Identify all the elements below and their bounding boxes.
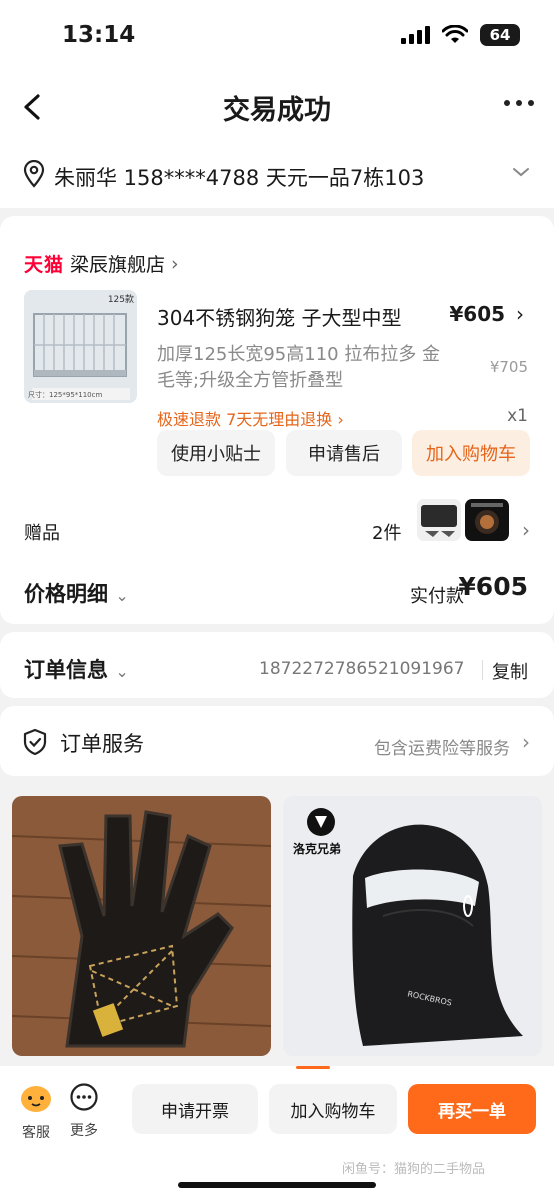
original-price: ¥705 [489,358,528,376]
tmall-logo: 天猫 [24,254,65,276]
chevron-right-icon: › [171,252,179,275]
product-image[interactable]: 125款 尺寸：125*95*110cm [24,290,137,403]
product-image-caption: 尺寸：125*95*110cm [28,391,103,399]
invoice-button[interactable]: 申请开票 [132,1084,258,1134]
address-text: 朱丽华 158****4788 天元一品7栋103 [54,166,425,190]
after-sale-button[interactable]: 申请售后 [286,430,402,476]
product-image-tag: 125款 [107,295,134,305]
tips-button[interactable]: 使用小贴士 [157,430,275,476]
balaclava-product-image [283,796,542,1056]
order-info-card: 订单信息 ⌄ 1872272786521091967 复制 [0,632,554,698]
chevron-right-icon: › [522,730,530,754]
add-to-cart-button[interactable]: 加入购物车 [412,430,530,476]
order-info-label[interactable]: 订单信息 ⌄ [24,654,129,684]
pay-value: ¥605 [458,572,528,601]
more-label: 更多 [70,1123,98,1139]
customer-service-icon [21,1086,51,1112]
product-description: 加厚125长宽95高110 拉布拉多 金毛等;升级全方管折叠型 [157,344,441,391]
chevron-right-icon: › [516,302,524,326]
order-number: 1872272786521091967 [259,659,465,679]
address-row[interactable]: 朱丽华 158****4788 天元一品7栋103 [0,142,554,208]
battery-icon: 64 [480,24,520,46]
chevron-down-icon: ⌄ [115,662,129,681]
dog-cage-illustration [24,290,137,403]
order-service-desc: 包含运费险等服务 [374,739,510,759]
order-info-text: 订单信息 [24,658,108,682]
watermark: 闲鱼号：猫狗的二手物品 [342,1162,486,1177]
shop-name: 梁辰旗舰店 [70,254,166,276]
page-title: 交易成功 [223,95,331,126]
brand-name: 洛克兄弟 [293,842,342,856]
more-tab[interactable]: 更多 [62,1082,106,1140]
copy-button[interactable]: 复制 [492,658,528,684]
status-time: 13:14 [62,22,136,48]
bottom-bar: 客服 更多 申请开票 加入购物车 再买一单 闲鱼号：猫狗的二手物品 [0,1066,554,1200]
location-icon [23,160,45,188]
chevron-down-icon: ⌄ [115,586,129,605]
gift-count: 2件 [372,523,402,544]
signal-icon [401,26,430,44]
product-title[interactable]: 304不锈钢狗笼 子大型中型 [157,302,402,331]
chevron-right-icon: › [337,410,344,429]
home-indicator [178,1182,376,1188]
product-price: ¥605 › [449,302,524,326]
chevron-right-icon[interactable]: › [522,518,530,542]
wifi-icon [442,25,468,43]
more-circle-icon [70,1083,98,1111]
price-detail-text: 价格明细 [24,582,108,606]
gift-thumbnail-2[interactable] [465,499,509,541]
pay-label: 实付款 [410,586,464,607]
shop-row[interactable]: 天猫 梁辰旗舰店 › [24,250,179,277]
status-icons: 64 [401,24,520,46]
scroll-indicator [296,1066,330,1069]
buy-again-button[interactable]: 再买一单 [408,1084,536,1134]
promo-label: 极速退款 7天无理由退换 [157,410,333,429]
promo-text[interactable]: 极速退款 7天无理由退换 › [157,406,344,430]
status-bar: 13:14 64 [0,0,554,72]
more-options-icon[interactable] [504,100,534,106]
shield-check-icon [23,728,47,756]
nav-bar: 交易成功 [0,72,554,142]
order-card: 天猫 梁辰旗舰店 › 125款 尺寸：125*95*110cm 304不锈钢狗笼… [0,216,554,624]
order-service-label: 订单服务 [60,732,144,756]
glove-product-image [12,796,271,1056]
recommend-card-glove[interactable] [12,796,271,1056]
bottom-add-cart-button[interactable]: 加入购物车 [269,1084,397,1134]
price-detail-label[interactable]: 价格明细 ⌄ [24,578,129,608]
customer-service-tab[interactable]: 客服 [14,1082,58,1142]
divider [482,660,483,680]
recommend-card-balaclava[interactable]: 洛克兄弟 ROCKBROS [283,796,542,1056]
quantity: x1 [507,406,528,426]
chevron-down-icon[interactable] [512,166,530,178]
gift-thumbnail-1[interactable] [417,499,461,541]
gift-label: 赠品 [24,523,60,544]
customer-service-label: 客服 [22,1125,50,1141]
order-service-card[interactable]: 订单服务 包含运费险等服务 › [0,706,554,776]
product-price-value: ¥605 [449,302,506,326]
